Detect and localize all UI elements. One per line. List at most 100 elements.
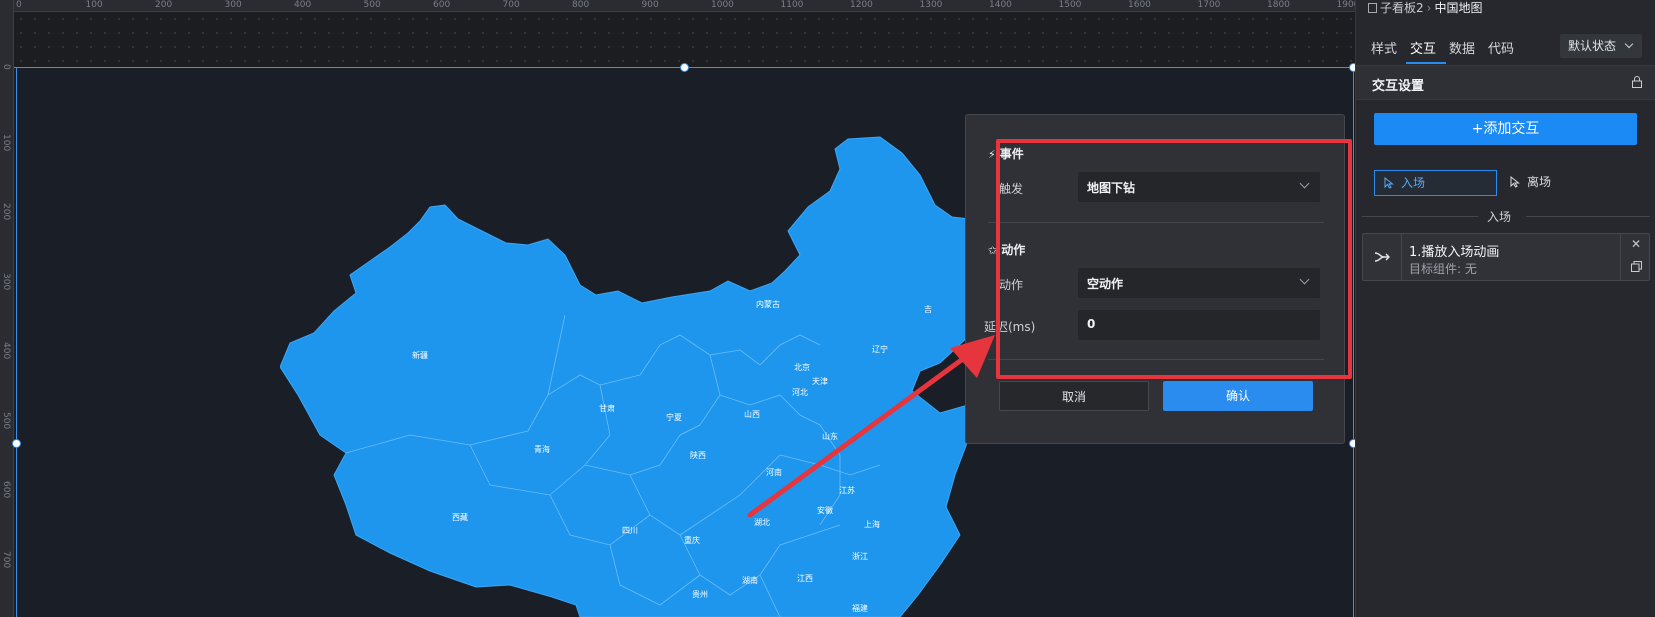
ruler-tick-label: 1500	[1058, 0, 1082, 10]
ruler-tick-label: 1200	[850, 0, 873, 10]
copy-icon[interactable]	[1631, 261, 1642, 272]
ruler-tick-label: 300	[1, 272, 11, 290]
chevron-down-icon	[1624, 39, 1634, 49]
label-chongqing: 重庆	[684, 535, 700, 545]
action-value: 空动作	[1087, 277, 1124, 291]
cursor-icon	[1384, 177, 1394, 189]
label-jilin: 吉	[924, 305, 932, 314]
label-neimenggu: 内蒙古	[756, 299, 780, 309]
canvas-grid	[14, 12, 1355, 68]
chevron-down-icon	[1299, 274, 1310, 285]
ruler-tick-label: 800	[572, 0, 590, 10]
item-divider	[1401, 234, 1402, 280]
item-title: 1.播放入场动画	[1409, 245, 1500, 260]
label-shaanxi: 陕西	[690, 450, 706, 460]
state-select[interactable]: 默认状态	[1560, 34, 1642, 58]
ruler-tick-label: 1000	[711, 0, 734, 10]
label-gansu: 甘肃	[599, 403, 615, 413]
enter-toggle-label: 入场	[1401, 176, 1426, 190]
ruler-tick-label: 300	[224, 0, 242, 10]
panel-tabs: 样式 交互 数据 代码 默认状态	[1356, 30, 1655, 66]
chevron-down-icon	[1299, 178, 1310, 189]
leave-toggle-label: 离场	[1527, 175, 1552, 189]
confirm-button[interactable]: 确认	[1163, 381, 1313, 411]
label-xinjiang: 新疆	[412, 350, 428, 360]
trigger-label: 触发	[998, 182, 1023, 196]
label-qinghai: 青海	[534, 444, 550, 454]
ruler-tick-label: 200	[1, 203, 11, 221]
cursor-icon	[1510, 176, 1520, 188]
ruler-vertical: 0 100 200 300 400 500 600 700	[0, 0, 14, 617]
resize-handle-top[interactable]	[680, 63, 689, 72]
ruler-tick-label: 500	[1, 411, 11, 429]
close-icon[interactable]: ✕	[1631, 237, 1641, 251]
dialog-divider	[988, 222, 1324, 223]
ruler-horizontal: 0 100 200 300 400 500 600 700 800 900 1000 1100 1200…	[0, 0, 1355, 12]
action-select[interactable]: 空动作	[1078, 268, 1320, 298]
tab-data[interactable]: 数据	[1449, 38, 1475, 57]
ruler-tick-label: 600	[433, 0, 451, 10]
interaction-item[interactable]: 1.播放入场动画 目标组件: 无 ✕	[1362, 233, 1650, 281]
resize-handle-left[interactable]	[12, 439, 21, 448]
tab-style[interactable]: 样式	[1371, 38, 1397, 57]
property-panel: 子看板2›中国地图 样式 交互 数据 代码 默认状态 交互设置 +添加交互	[1355, 0, 1655, 617]
delay-value: 0	[1087, 317, 1096, 331]
ruler-tick-label: 600	[1, 481, 11, 499]
breadcrumb-parent[interactable]: 子看板2	[1380, 1, 1424, 15]
ruler-tick-label: 1900	[1336, 0, 1356, 10]
group-label: 入场	[1487, 210, 1512, 224]
selection-left-edge	[16, 67, 17, 617]
label-xizang: 西藏	[452, 512, 468, 522]
section-title: 交互设置	[1372, 79, 1425, 94]
enter-toggle[interactable]: 入场	[1374, 170, 1497, 196]
cancel-button[interactable]: 取消	[999, 381, 1149, 411]
lock-icon[interactable]	[1632, 76, 1642, 88]
selection-right-edge	[1353, 67, 1354, 617]
ruler-tick-label: 1600	[1128, 0, 1151, 10]
ruler-tick-label: 400	[1, 342, 11, 360]
ruler-tick-label: 1800	[1267, 0, 1290, 10]
add-interaction-button[interactable]: +添加交互	[1374, 113, 1637, 145]
ruler-tick-label: 700	[502, 0, 520, 10]
chevron-right-icon: ›	[1426, 1, 1432, 15]
item-subtitle: 目标组件: 无	[1409, 262, 1477, 276]
delay-input[interactable]: 0	[1078, 310, 1320, 340]
breadcrumb-current: 中国地图	[1434, 1, 1483, 15]
state-value: 默认状态	[1568, 39, 1617, 53]
group-divider-right	[1526, 216, 1650, 217]
lightning-icon: ⚡	[988, 148, 996, 161]
action-section-title: ✩ 动作	[988, 243, 1026, 257]
ruler-tick-label: 400	[294, 0, 312, 10]
group-divider-left	[1362, 216, 1478, 217]
annotation-arrow	[747, 335, 995, 518]
tab-code[interactable]: 代码	[1488, 38, 1514, 57]
label-sichuan: 四川	[622, 526, 638, 535]
item-divider	[1620, 234, 1621, 280]
ruler-tick-label: 500	[363, 0, 381, 10]
dialog-divider	[988, 359, 1324, 360]
trigger-select[interactable]: 地图下钻	[1078, 172, 1320, 202]
label-zhejiang: 浙江	[852, 551, 868, 561]
ruler-tick-label: 1100	[780, 0, 804, 10]
interaction-dialog: ⚡ 事件 触发 地图下钻 ✩ 动作 动作 空动作 延迟(ms) 0 取消 确认	[965, 114, 1345, 444]
interaction-settings-header: 交互设置	[1356, 66, 1655, 100]
component-icon	[1368, 3, 1377, 13]
action-label: 动作	[998, 278, 1023, 292]
label-guizhou: 贵州	[692, 589, 708, 599]
ruler-tick-label: 0	[16, 0, 22, 10]
trigger-value: 地图下钻	[1087, 181, 1136, 195]
ruler-tick-label: 0	[1, 64, 11, 70]
ruler-tick-label: 900	[641, 0, 659, 10]
ruler-tick-label: 1300	[919, 0, 943, 10]
tab-interaction[interactable]: 交互	[1410, 38, 1436, 57]
app-root: 0 100 200 300 400 500 600 700 800 900 1000 1100 1200…	[0, 0, 1655, 617]
leave-toggle[interactable]: 离场	[1501, 170, 1581, 196]
label-fujian: 福建	[852, 603, 868, 613]
ruler-tick-label: 700	[1, 550, 11, 568]
ruler-tick-label: 200	[155, 0, 173, 10]
label-jiangxi: 江西	[797, 574, 813, 583]
ruler-tick-label: 100	[85, 0, 103, 10]
ruler-tick-label: 1700	[1197, 0, 1221, 10]
star-icon: ✩	[988, 244, 998, 257]
ruler-tick-label: 1400	[989, 0, 1012, 10]
